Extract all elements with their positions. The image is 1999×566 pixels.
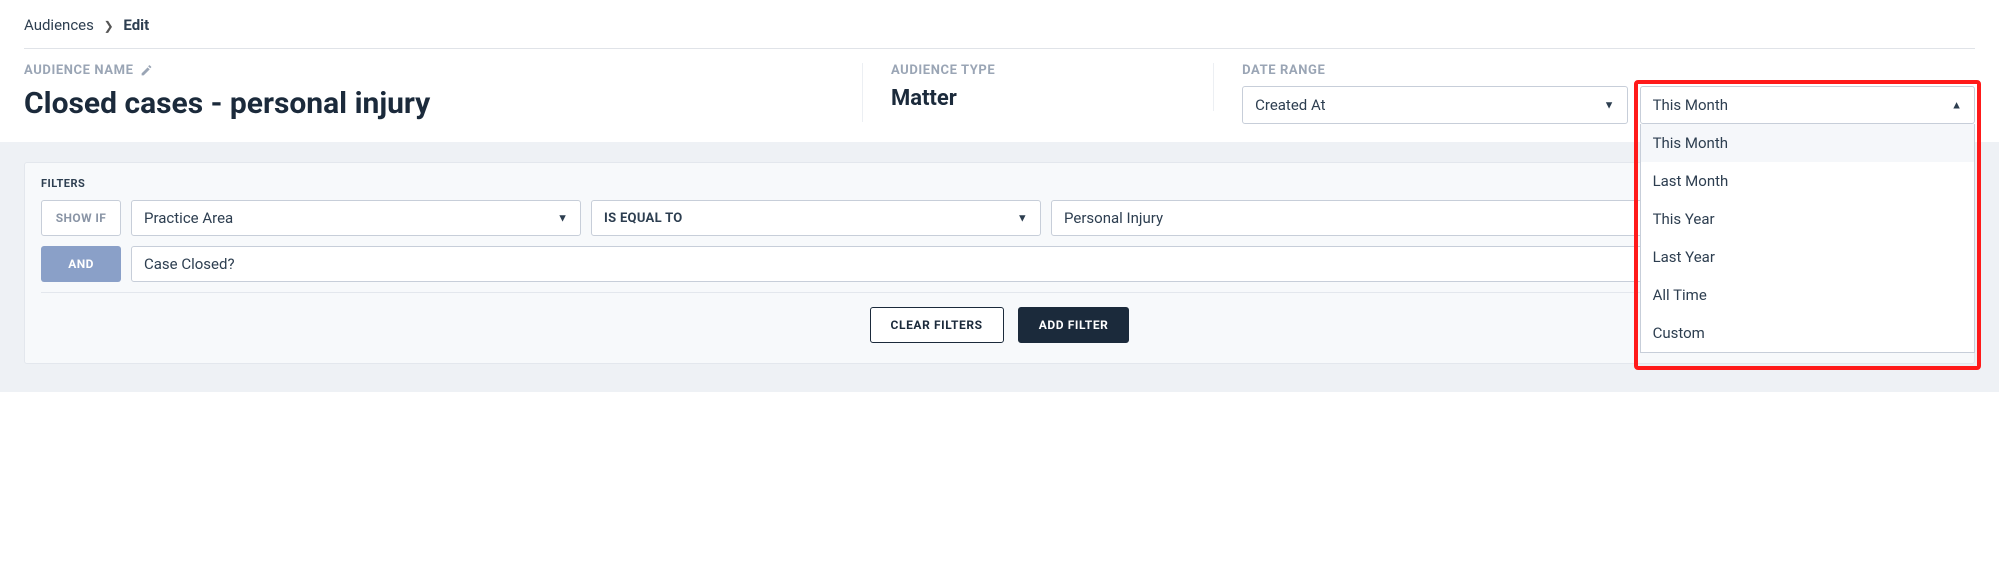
clear-filters-button[interactable]: CLEAR FILTERS [870, 307, 1004, 343]
date-range-option[interactable]: Last Year [1641, 238, 1974, 276]
date-range-label: DATE RANGE [1242, 63, 1975, 78]
date-range-dropdown: This Month Last Month This Year Last Yea… [1640, 124, 1975, 353]
filter-field-select[interactable]: Practice Area ▼ [131, 200, 581, 236]
date-field-select[interactable]: Created At ▼ [1242, 86, 1627, 124]
breadcrumb: Audiences ❯ Edit [0, 0, 1999, 42]
audience-type: Matter [891, 86, 1185, 111]
audience-name-label: AUDIENCE NAME [24, 63, 844, 78]
caret-down-icon: ▼ [1017, 212, 1028, 225]
filter-field-select[interactable]: Case Closed? ▼ [131, 246, 1738, 282]
filter-operator-select[interactable]: IS EQUAL TO ▼ [591, 200, 1041, 236]
audience-name[interactable]: Closed cases - personal injury [24, 86, 844, 122]
and-badge: AND [41, 246, 121, 282]
audience-type-label: AUDIENCE TYPE [891, 63, 1185, 78]
caret-up-icon: ▲ [1951, 99, 1962, 112]
date-range-option[interactable]: This Year [1641, 200, 1974, 238]
date-range-option[interactable]: This Month [1641, 124, 1974, 162]
date-range-option[interactable]: Custom [1641, 314, 1974, 352]
date-range-option[interactable]: All Time [1641, 276, 1974, 314]
caret-down-icon: ▼ [557, 212, 568, 225]
header-row: AUDIENCE NAME Closed cases - personal in… [0, 49, 1999, 142]
pencil-icon[interactable] [140, 64, 153, 77]
add-filter-button[interactable]: ADD FILTER [1018, 307, 1130, 343]
caret-down-icon: ▼ [1604, 99, 1615, 112]
breadcrumb-root[interactable]: Audiences [24, 16, 94, 34]
chevron-right-icon: ❯ [104, 19, 114, 33]
date-range-select[interactable]: This Month ▲ [1640, 86, 1975, 124]
showif-badge: SHOW IF [41, 200, 121, 236]
date-range-option[interactable]: Last Month [1641, 162, 1974, 200]
breadcrumb-current: Edit [123, 16, 149, 34]
